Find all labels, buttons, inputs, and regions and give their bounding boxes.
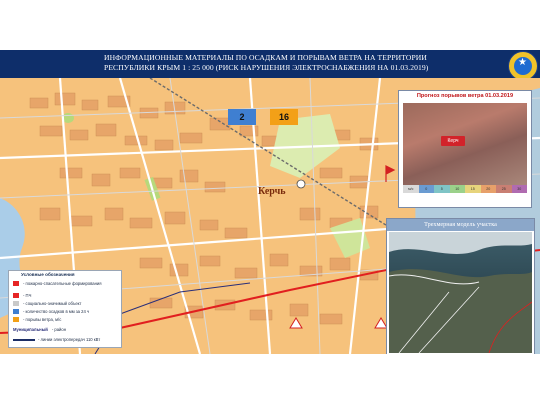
- legend-item: - линии электропередач 110 кВт: [13, 337, 119, 342]
- legend-item: - пожарно-спасательные формирования: [13, 281, 119, 287]
- scale-step: 0: [418, 185, 434, 193]
- forecast-map-image: Керч: [403, 103, 527, 185]
- legend-item: - порывы ветра, м/с: [13, 317, 119, 323]
- wind-gust-badge: 16: [270, 109, 298, 125]
- scale-step: 25: [496, 185, 512, 193]
- legend-title: Условные обозначения: [21, 272, 75, 277]
- forecast-title: Прогноз порывов ветра 01.03.2019: [416, 93, 514, 99]
- scale-step: 30: [511, 185, 527, 193]
- scale-step: 5: [434, 185, 450, 193]
- city-label: Керчь: [258, 186, 286, 197]
- title-line-1: ИНФОРМАЦИОННЫЕ МАТЕРИАЛЫ ПО ОСАДКАМ И ПО…: [104, 53, 427, 62]
- terrain-model-image: [389, 232, 532, 353]
- forecast-city-pill: Керч: [441, 136, 465, 146]
- title-line-2: РЕСПУБЛИКИ КРЫМ 1 : 25 000 (РИСК НАРУШЕН…: [104, 63, 429, 72]
- emblem-icon: ★: [508, 51, 538, 81]
- model-title: Трехмерная модель участка: [387, 219, 534, 231]
- legend-item: - количество осадков в мм за 24 ч: [13, 309, 119, 315]
- precipitation-count-badge: 2: [228, 109, 256, 125]
- scale-unit: м/с: [403, 185, 419, 193]
- page-title: ИНФОРМАЦИОННЫЕ МАТЕРИАЛЫ ПО ОСАДКАМ И ПО…: [104, 53, 444, 73]
- terrain-model-panel[interactable]: Трехмерная модель участка: [386, 218, 535, 356]
- map-legend: Условные обозначения - пожарно-спасатель…: [8, 270, 122, 348]
- legend-district-tag: Муниципальный: [13, 327, 48, 332]
- forecast-panel[interactable]: Прогноз порывов ветра 01.03.2019 Керч м/…: [398, 90, 532, 208]
- legend-item: - ПЧ: [13, 293, 119, 299]
- scale-step: 10: [449, 185, 465, 193]
- header-bar: ИНФОРМАЦИОННЫЕ МАТЕРИАЛЫ ПО ОСАДКАМ И ПО…: [0, 50, 540, 78]
- legend-item: Муниципальный - район: [13, 327, 67, 332]
- scale-step: 15: [465, 185, 481, 193]
- wind-scale: м/с 0 5 10 15 20 25 30: [403, 185, 527, 193]
- slide: ИНФОРМАЦИОННЫЕ МАТЕРИАЛЫ ПО ОСАДКАМ И ПО…: [0, 0, 540, 405]
- scale-step: 20: [480, 185, 496, 193]
- legend-item: - социально-значимый объект: [13, 301, 119, 307]
- footer-area: [0, 354, 540, 405]
